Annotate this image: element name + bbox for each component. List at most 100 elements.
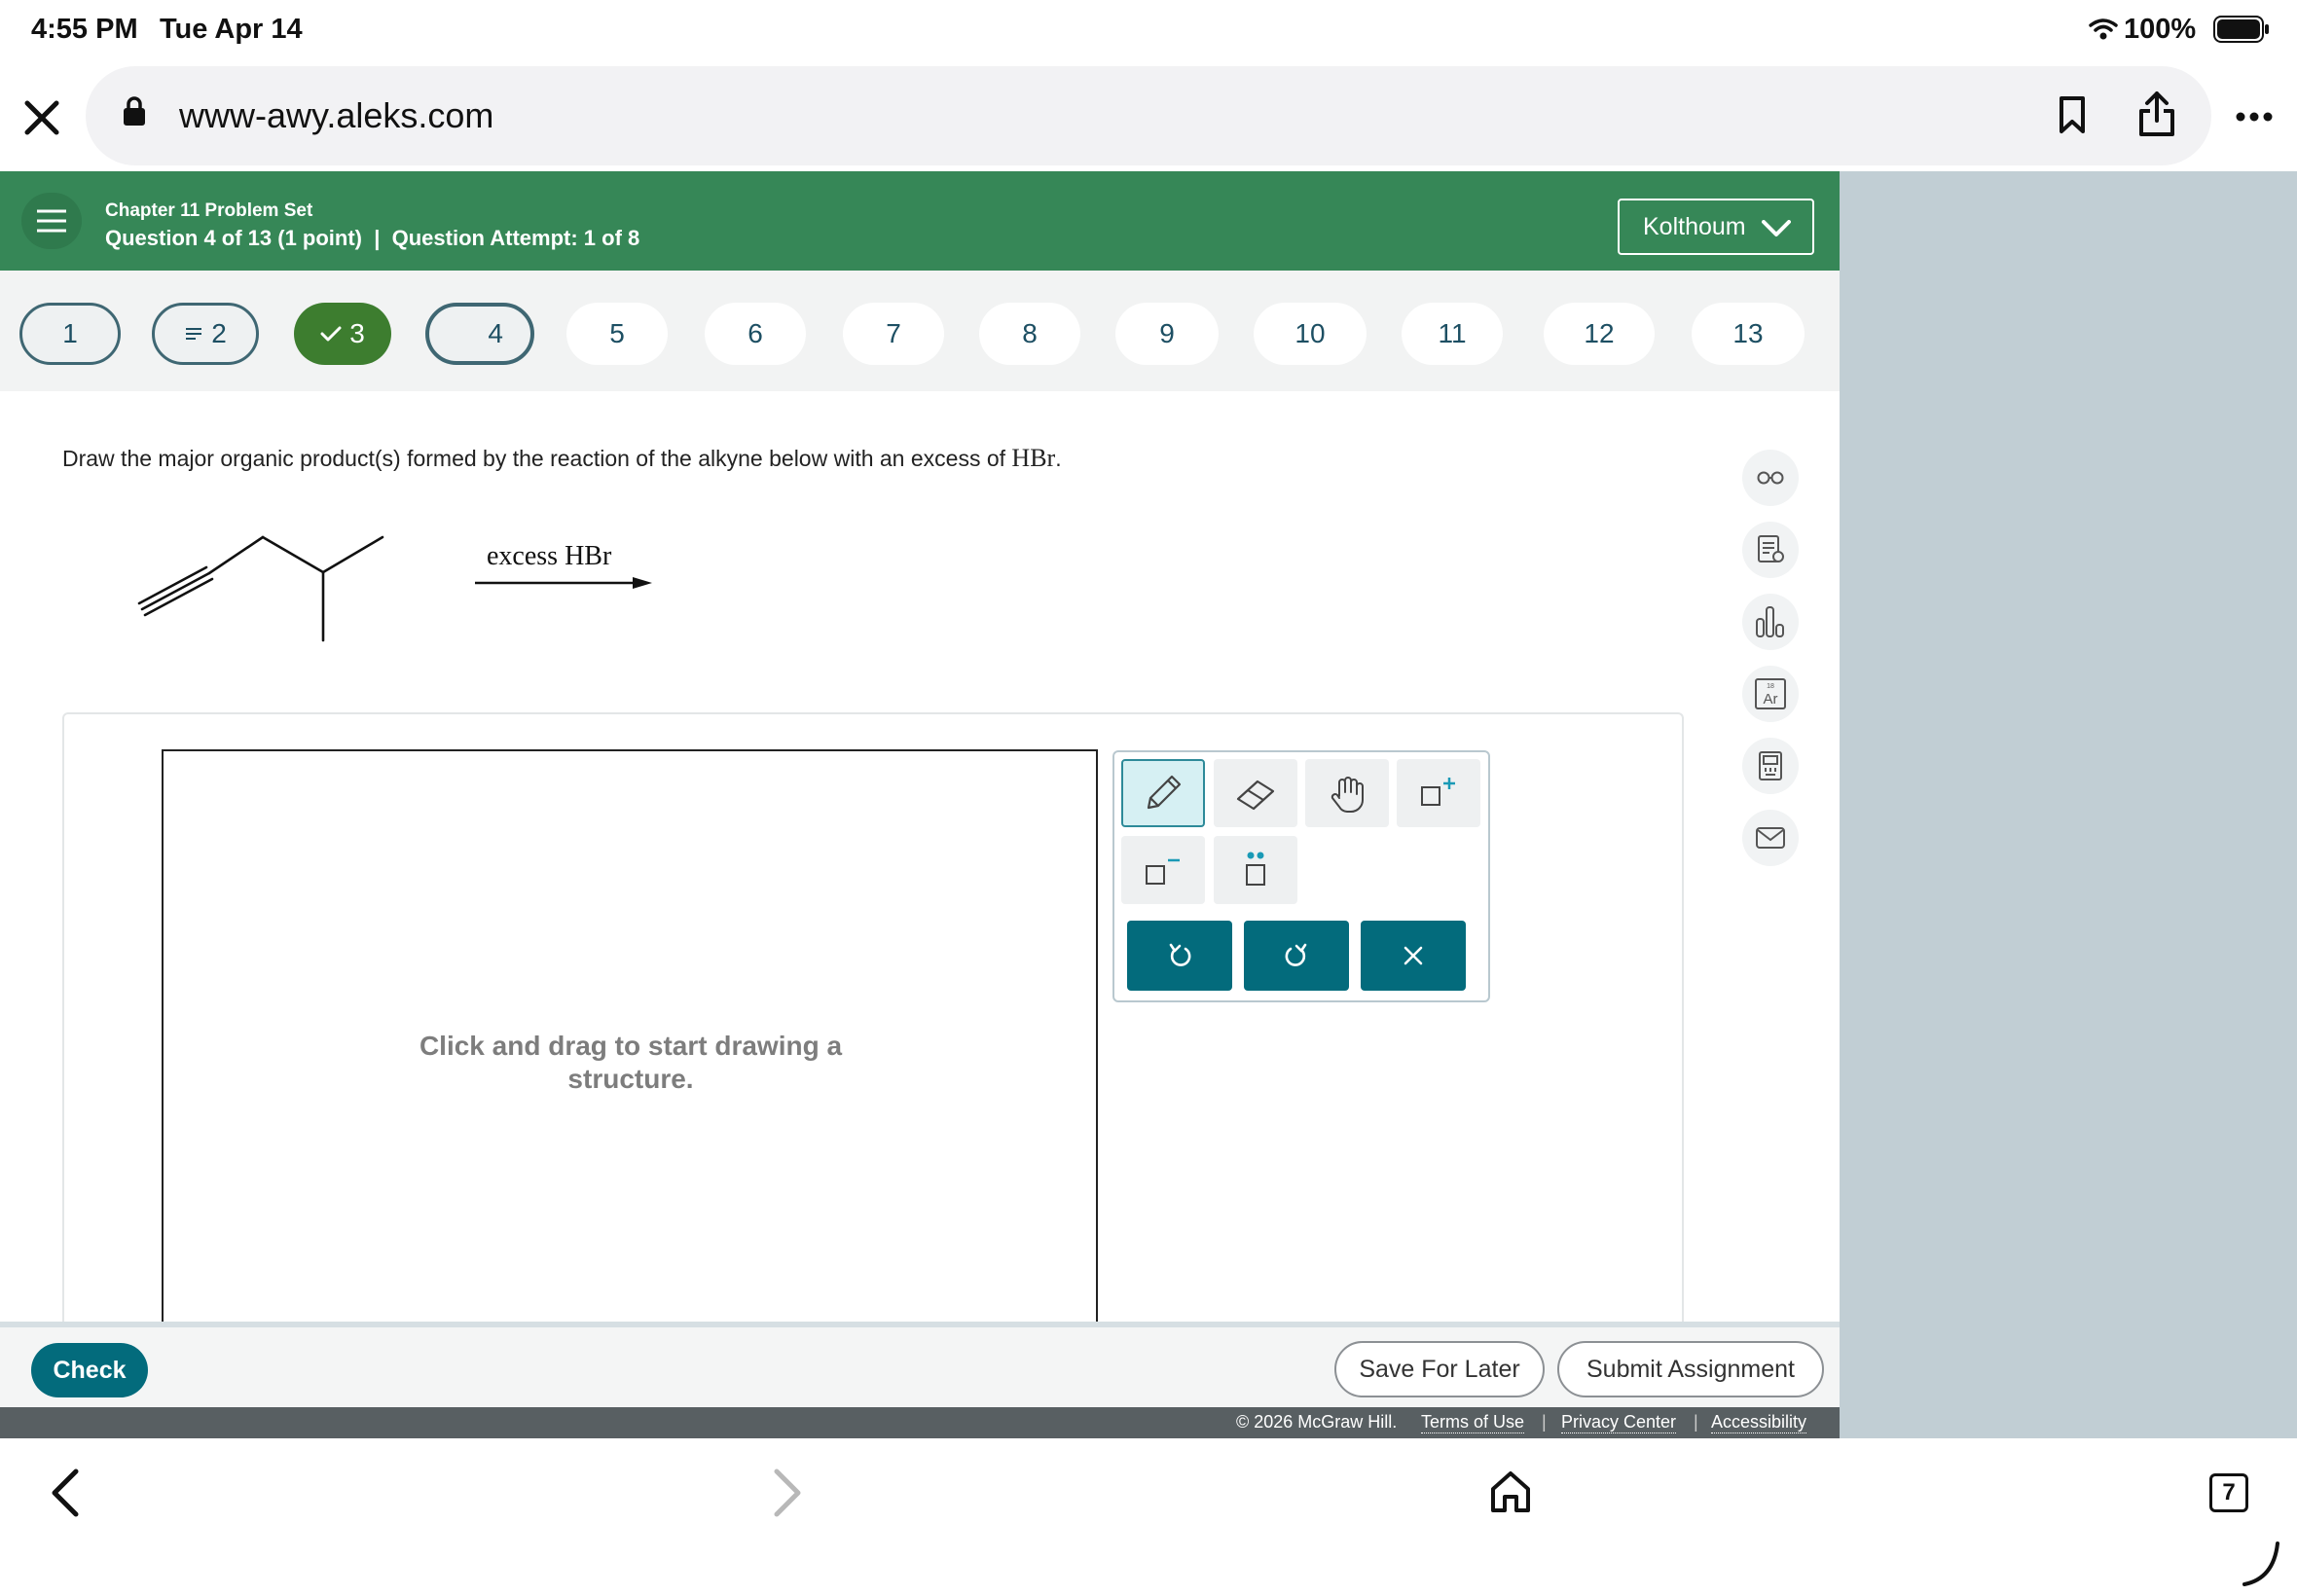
- question-pill-label: 9: [1159, 318, 1175, 348]
- question-pill-label: 7: [886, 318, 901, 348]
- mail-icon: [1756, 827, 1785, 849]
- hand-icon: [1331, 777, 1364, 813]
- chevron-down-icon: [1762, 220, 1791, 236]
- periodic-table-button[interactable]: 18 Ar: [1742, 666, 1799, 722]
- question-pill-5[interactable]: 5: [566, 303, 668, 365]
- check-button[interactable]: Check: [31, 1343, 148, 1397]
- user-name: Kolthoum: [1643, 212, 1746, 240]
- remove-charge-tool[interactable]: [1121, 836, 1205, 904]
- canvas-hint: Click and drag to start drawing a struct…: [419, 1031, 843, 1094]
- share-icon[interactable]: [2137, 90, 2176, 138]
- question-pill-label: 4: [488, 318, 503, 348]
- question-pill-label: 6: [747, 318, 763, 348]
- battery-percent: 100%: [2124, 14, 2197, 45]
- add-charge-icon: [1421, 778, 1455, 806]
- partial-answer-icon: [186, 328, 202, 340]
- status-date: Tue Apr 14: [160, 14, 303, 45]
- accessibility-link[interactable]: Accessibility: [1711, 1412, 1807, 1433]
- question-pill-label: 11: [1438, 318, 1467, 348]
- copyright-text: © 2026 McGraw Hill.: [1236, 1412, 1398, 1432]
- user-menu-button[interactable]: Kolthoum: [1618, 199, 1814, 255]
- privacy-link[interactable]: Privacy Center: [1561, 1412, 1677, 1433]
- eraser-tool[interactable]: [1214, 759, 1297, 827]
- arrow-label: excess HBr: [487, 541, 612, 571]
- eraser-icon: [1236, 780, 1275, 811]
- clear-icon: [1404, 946, 1423, 965]
- browser-toolbar: 7: [0, 1438, 2297, 1596]
- question-navigator: 1 2 3 4 5 6 7 8 9 10 11 12 13: [0, 271, 1840, 391]
- address-bar[interactable]: www-awy.aleks.com: [86, 66, 2211, 165]
- close-icon[interactable]: [23, 99, 60, 136]
- question-pill-4[interactable]: 4: [425, 303, 534, 365]
- clear-button[interactable]: [1361, 921, 1466, 991]
- menu-button[interactable]: [21, 193, 82, 249]
- battery-icon: [2213, 16, 2269, 43]
- question-pill-label: 13: [1732, 318, 1764, 348]
- tabs-button[interactable]: 7: [2209, 1473, 2248, 1512]
- footer-divider: |: [1694, 1412, 1698, 1432]
- question-pill-12[interactable]: 12: [1544, 303, 1655, 365]
- question-pill-2[interactable]: 2: [152, 303, 259, 365]
- drawing-toolbox: [1112, 750, 1490, 1002]
- url-text: www-awy.aleks.com: [179, 95, 494, 135]
- question-text-end: .: [1055, 446, 1062, 471]
- status-bar: 4:55 PM Tue Apr 14 100%: [0, 0, 2297, 62]
- question-pill-label: 1: [62, 318, 78, 348]
- add-charge-tool[interactable]: [1397, 759, 1480, 827]
- status-time: 4:55 PM: [31, 14, 138, 45]
- footer-divider: |: [1542, 1412, 1547, 1432]
- question-pill-11[interactable]: 11: [1402, 303, 1503, 365]
- question-pill-6[interactable]: 6: [705, 303, 806, 365]
- svg-text:18: 18: [1767, 683, 1774, 690]
- reaction-arrow: [475, 577, 652, 589]
- bookmark-icon[interactable]: [2058, 95, 2087, 134]
- hand-tool[interactable]: [1305, 759, 1389, 827]
- pencil-icon: [1147, 775, 1182, 810]
- question-pill-9[interactable]: 9: [1115, 303, 1219, 365]
- hamburger-icon: [37, 209, 66, 233]
- scroll-corner-indicator: [2242, 1542, 2279, 1586]
- assignment-title: Chapter 11 Problem Set: [105, 200, 313, 221]
- notes-button[interactable]: [1742, 522, 1799, 578]
- footer: © 2026 McGraw Hill. Terms of Use | Priva…: [0, 1407, 1840, 1438]
- reagent-formula: HBr: [1011, 444, 1056, 472]
- question-pill-13[interactable]: 13: [1692, 303, 1805, 365]
- save-for-later-button[interactable]: Save For Later: [1334, 1341, 1545, 1397]
- wifi-icon: [2089, 18, 2118, 40]
- chart-icon: [1756, 606, 1784, 637]
- lock-icon: [124, 96, 145, 126]
- redo-button[interactable]: [1244, 921, 1349, 991]
- terms-link[interactable]: Terms of Use: [1421, 1412, 1525, 1433]
- message-button[interactable]: [1742, 810, 1799, 866]
- more-icon[interactable]: [2235, 111, 2274, 123]
- data-analysis-button[interactable]: [1742, 594, 1799, 650]
- question-pill-8[interactable]: 8: [979, 303, 1080, 365]
- question-pill-7[interactable]: 7: [843, 303, 944, 365]
- redo-icon: [1285, 943, 1307, 966]
- question-pill-label: 2: [211, 318, 227, 348]
- home-icon[interactable]: [1489, 1469, 1532, 1514]
- undo-icon: [1169, 943, 1191, 966]
- question-pill-label: 10: [1294, 318, 1326, 348]
- undo-button[interactable]: [1127, 921, 1232, 991]
- submit-assignment-button[interactable]: Submit Assignment: [1557, 1341, 1824, 1397]
- pencil-tool[interactable]: [1121, 759, 1205, 827]
- question-pill-1[interactable]: 1: [19, 303, 121, 365]
- calculator-button[interactable]: [1742, 738, 1799, 794]
- question-text: Draw the major organic product(s) formed…: [62, 446, 1012, 471]
- side-background: [1840, 171, 2297, 1438]
- forward-icon[interactable]: [773, 1468, 802, 1518]
- question-pill-3[interactable]: 3: [294, 303, 391, 365]
- checkmark-icon: [320, 326, 342, 342]
- question-pill-10[interactable]: 10: [1254, 303, 1367, 365]
- glasses-button[interactable]: [1742, 450, 1799, 506]
- remove-charge-icon: [1146, 858, 1180, 885]
- notes-icon: [1758, 535, 1784, 562]
- svg-text:Ar: Ar: [1764, 691, 1778, 707]
- browser-bar: www-awy.aleks.com: [0, 62, 2297, 171]
- lone-pair-tool[interactable]: [1214, 836, 1297, 904]
- action-bar: Check Save For Later Submit Assignment: [0, 1322, 1840, 1407]
- tab-count: 7: [2222, 1479, 2236, 1505]
- question-pill-label: 8: [1022, 318, 1038, 348]
- back-icon[interactable]: [51, 1468, 80, 1518]
